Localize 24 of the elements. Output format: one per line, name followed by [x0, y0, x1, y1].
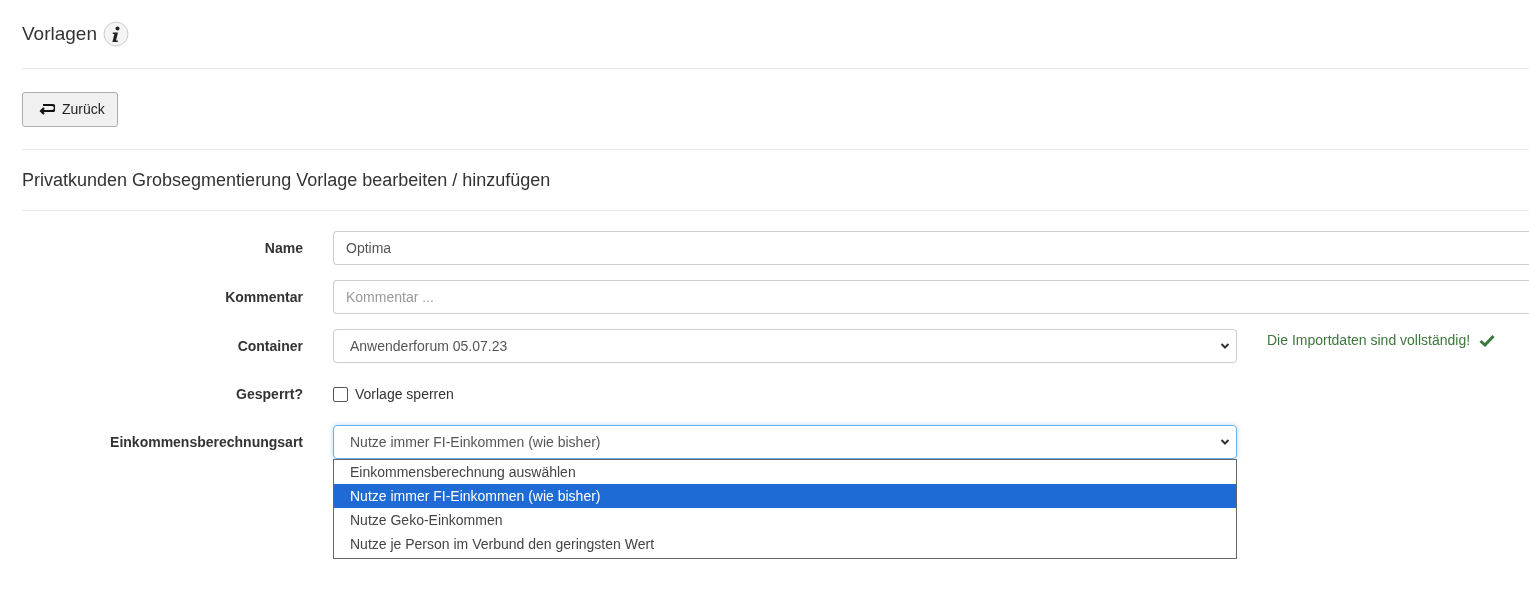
checkmark-icon: [1479, 333, 1496, 347]
field-label: Gesperrt?: [235, 386, 303, 402]
back-button[interactable]: Zurück: [22, 91, 118, 127]
status-message: Die Importdaten sind vollständig!: [1267, 332, 1471, 348]
info-icon[interactable]: [103, 21, 129, 47]
field-label: Name: [263, 240, 303, 256]
text-field[interactable]: Optima: [333, 231, 1529, 265]
page-title: Vorlagen: [22, 23, 97, 45]
dropdown-option[interactable]: Nutze Geko-Einkommen: [334, 508, 1236, 532]
dropdown-select[interactable]: Nutze immer FI-Einkommen (wie bisher): [333, 425, 1237, 459]
dropdown-option[interactable]: Einkommensberechnung auswählen: [334, 460, 1236, 484]
return-arrow-icon: [39, 103, 55, 115]
dropdown-select[interactable]: Anwenderforum 05.07.23: [333, 329, 1237, 363]
dropdown-option[interactable]: Nutze immer FI-Einkommen (wie bisher): [334, 484, 1236, 508]
dropdown-option[interactable]: Nutze je Person im Verbund den geringsten Wert: [334, 532, 1236, 556]
field-label: Container: [236, 338, 303, 354]
field-label: Einkommensberechnungsart: [109, 434, 303, 450]
chevron-down-icon: [1220, 342, 1230, 350]
section-title: Privatkunden Grobsegmentierung Vorlage bearbeiten / hinzufügen: [22, 168, 552, 192]
field-label: Kommentar: [224, 289, 303, 305]
checkbox[interactable]: [333, 386, 348, 402]
text-field[interactable]: Kommentar ...: [333, 280, 1529, 314]
checkbox-label[interactable]: Vorlage sperren: [355, 386, 454, 402]
chevron-down-icon: [1220, 438, 1230, 446]
